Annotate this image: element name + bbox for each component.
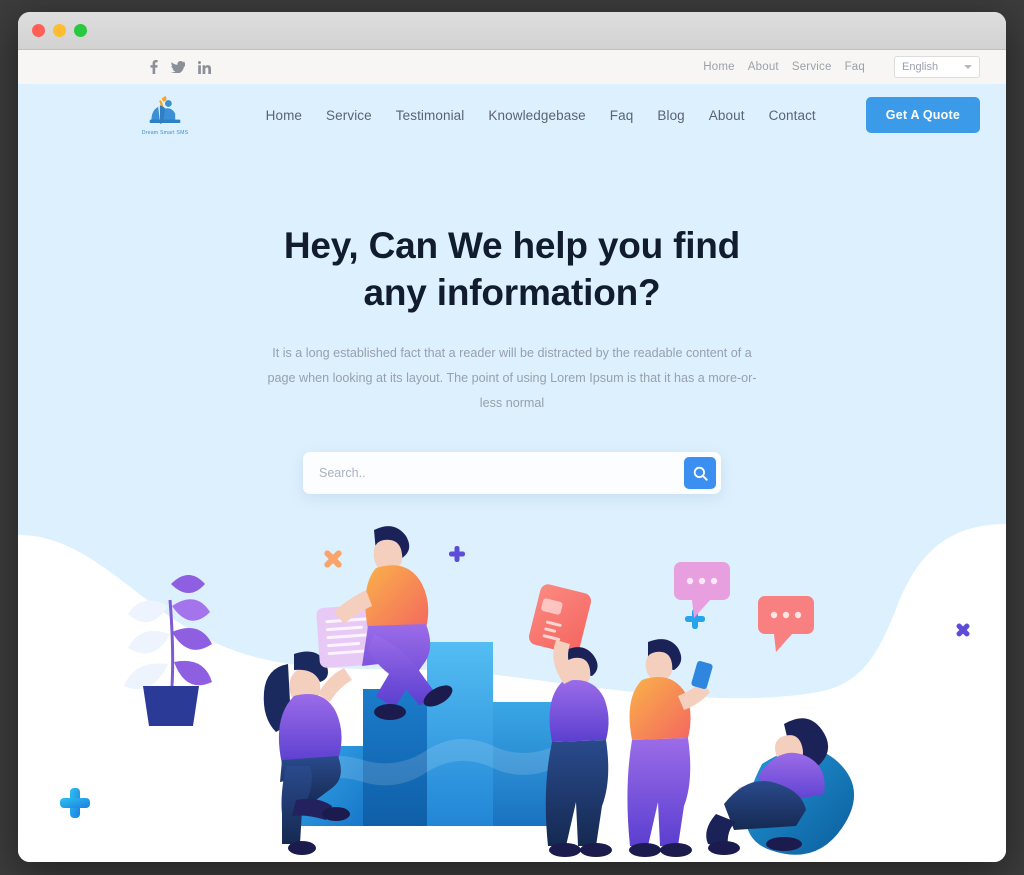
topnav-link-faq[interactable]: Faq bbox=[845, 61, 865, 73]
people-data-analytics-illustration bbox=[18, 514, 1006, 862]
screen: Home About Service Faq English Dream Sma… bbox=[0, 0, 1024, 875]
woman-sitting-beanbag bbox=[706, 718, 855, 855]
page-viewport: Home About Service Faq English Dream Sma… bbox=[18, 50, 1006, 862]
utility-nav: Home About Service Faq English bbox=[703, 56, 980, 78]
topnav-link-service[interactable]: Service bbox=[792, 61, 832, 73]
window-close-button[interactable] bbox=[32, 24, 45, 37]
nav-link-blog[interactable]: Blog bbox=[657, 108, 684, 123]
search-icon bbox=[693, 466, 708, 481]
get-a-quote-button[interactable]: Get A Quote bbox=[865, 97, 980, 133]
window-minimize-button[interactable] bbox=[53, 24, 66, 37]
potted-plant bbox=[124, 575, 212, 726]
twitter-icon[interactable] bbox=[171, 61, 185, 73]
nav-link-about[interactable]: About bbox=[709, 108, 745, 123]
nav-link-faq[interactable]: Faq bbox=[610, 108, 634, 123]
chevron-down-icon bbox=[964, 65, 972, 69]
logo-icon bbox=[149, 95, 181, 124]
window-maximize-button[interactable] bbox=[74, 24, 87, 37]
hero-section: Dream Smart SMS Home Service Testimonial… bbox=[18, 84, 1006, 862]
logo-text: Dream Smart SMS bbox=[141, 129, 189, 136]
window-titlebar bbox=[18, 12, 1006, 50]
nav-link-contact[interactable]: Contact bbox=[769, 108, 816, 123]
nav-link-service[interactable]: Service bbox=[326, 108, 372, 123]
topnav-link-about[interactable]: About bbox=[748, 61, 779, 73]
hero-title: Hey, Can We help you find any informatio… bbox=[283, 225, 741, 314]
search-submit-button[interactable] bbox=[684, 457, 716, 490]
primary-nav-links: Home Service Testimonial Knowledgebase F… bbox=[266, 97, 980, 133]
site-logo[interactable]: Dream Smart SMS bbox=[126, 95, 204, 136]
hero-content: Hey, Can We help you find any informatio… bbox=[18, 146, 1006, 495]
facebook-icon[interactable] bbox=[150, 60, 158, 74]
linkedin-icon[interactable] bbox=[198, 60, 211, 74]
utility-topbar: Home About Service Faq English bbox=[18, 50, 1006, 84]
browser-window: Home About Service Faq English Dream Sma… bbox=[18, 12, 1006, 862]
language-selector[interactable]: English bbox=[894, 56, 980, 78]
language-selected-value: English bbox=[902, 61, 939, 73]
nav-link-knowledgebase[interactable]: Knowledgebase bbox=[488, 108, 585, 123]
chat-bubble-pink bbox=[674, 562, 730, 618]
topnav-link-home[interactable]: Home bbox=[703, 61, 734, 73]
main-navigation: Dream Smart SMS Home Service Testimonial… bbox=[18, 84, 1006, 146]
nav-link-testimonial[interactable]: Testimonial bbox=[396, 108, 465, 123]
man-with-phone bbox=[627, 639, 713, 857]
nav-link-home[interactable]: Home bbox=[266, 108, 302, 123]
hero-subtitle: It is a long established fact that a rea… bbox=[267, 345, 757, 411]
chat-bubble-red bbox=[758, 596, 814, 652]
search-bar bbox=[303, 452, 721, 495]
social-links bbox=[150, 60, 211, 74]
search-input[interactable] bbox=[303, 466, 684, 481]
